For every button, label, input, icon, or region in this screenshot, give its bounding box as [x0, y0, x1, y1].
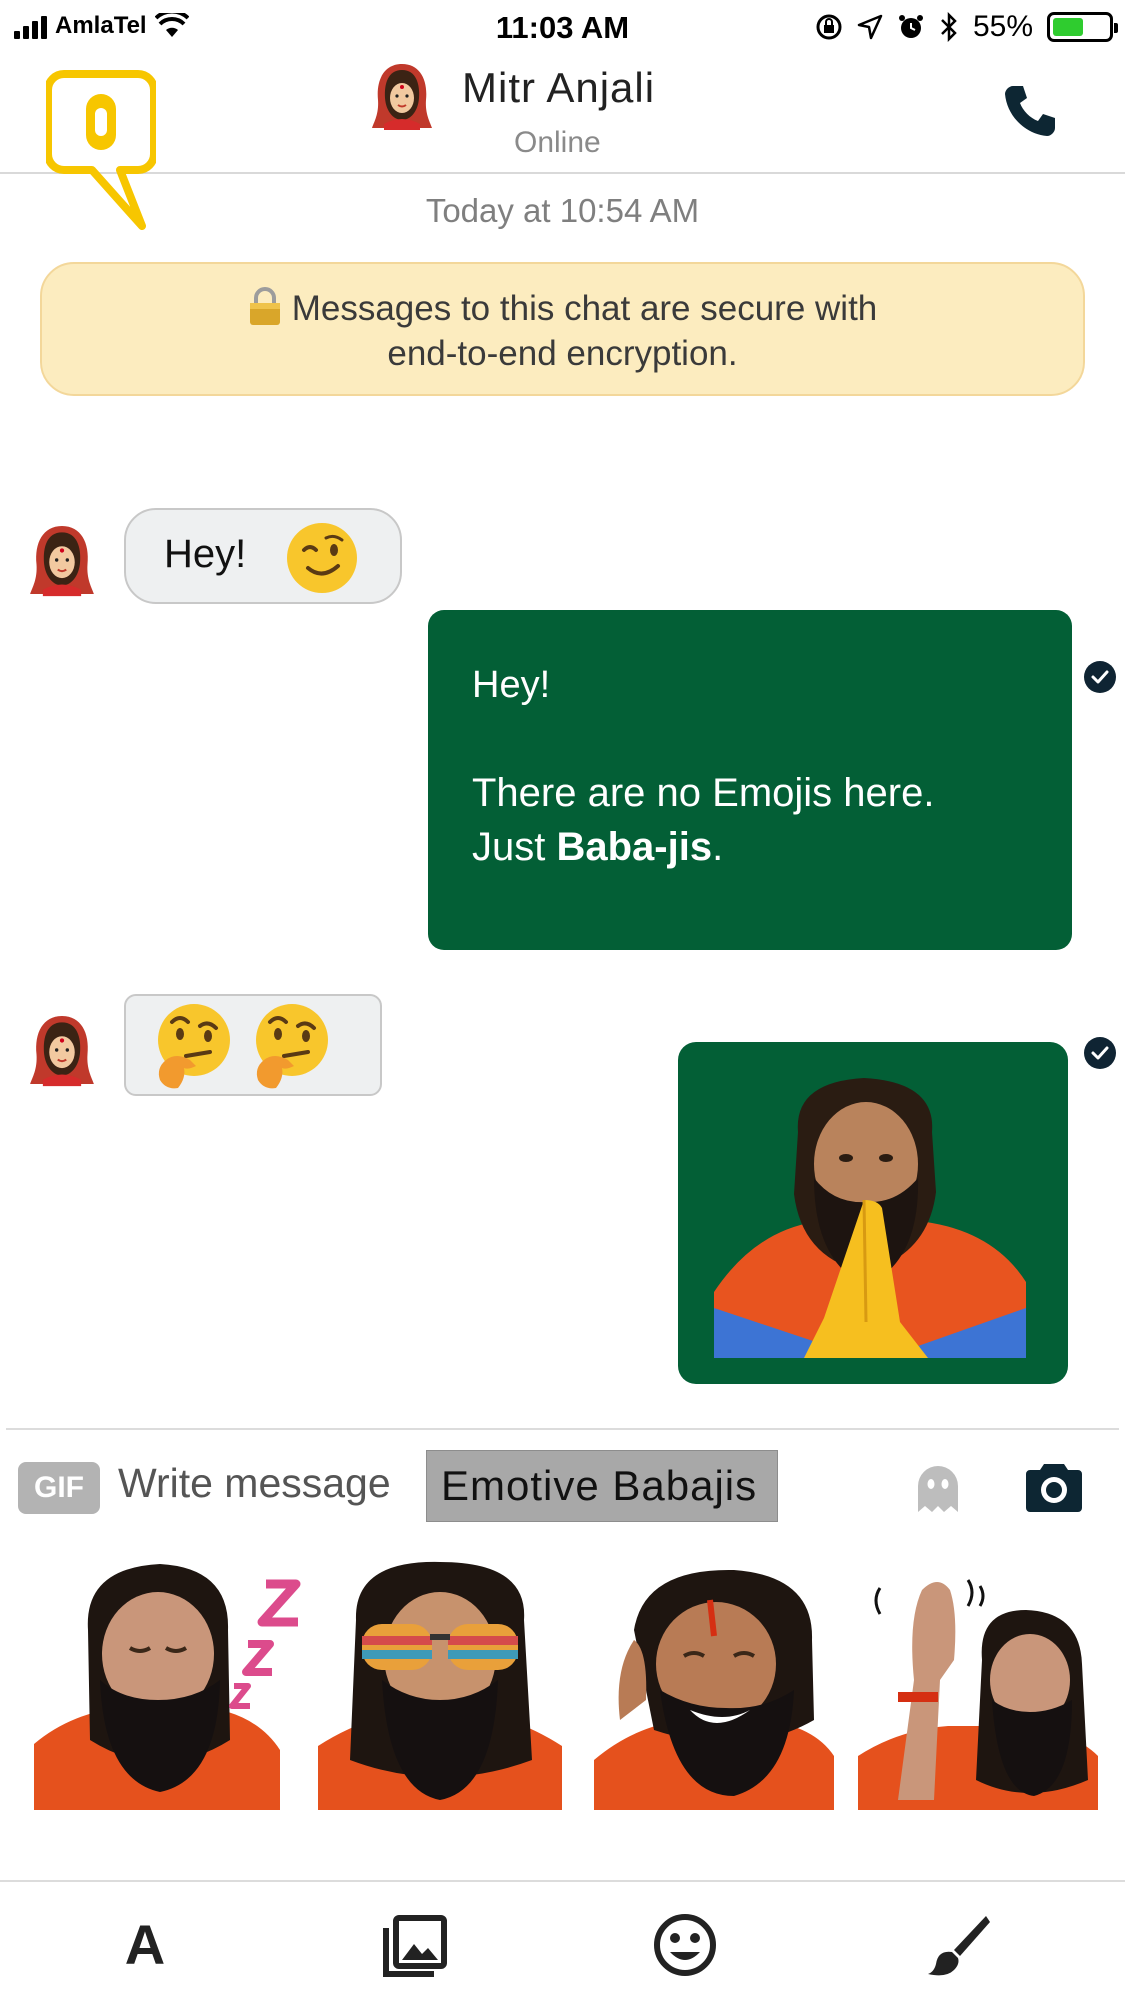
sleeping-baba-sticker[interactable]: [34, 1560, 324, 1810]
alarm-icon: [898, 15, 923, 38]
message-input[interactable]: Write message: [118, 1460, 391, 1507]
outgoing-sticker-message[interactable]: [678, 1042, 1068, 1384]
laughing-baba-sticker[interactable]: [594, 1560, 834, 1810]
sunglasses-baba-sticker[interactable]: [318, 1560, 562, 1810]
chat-header: Mitr Anjali Online: [0, 58, 1125, 230]
gallery-icon[interactable]: [380, 1910, 450, 1980]
chat-screen: AmlaTel 11:03 AM 55% Mitr Anjali Online …: [0, 0, 1125, 2000]
waving-baba-sticker[interactable]: [858, 1560, 1098, 1810]
contact-status: Online: [514, 126, 601, 159]
phone-call-icon[interactable]: [1001, 82, 1059, 140]
read-receipt-icon: [1084, 1037, 1116, 1069]
message-bold-text: Baba-jis: [556, 825, 713, 869]
contact-name[interactable]: Mitr Anjali: [462, 64, 655, 112]
orientation-lock-icon: [816, 14, 842, 40]
lock-icon: [249, 287, 280, 325]
location-icon: [857, 14, 883, 40]
contact-avatar-small[interactable]: [28, 522, 96, 598]
message-text: Hey!: [164, 532, 247, 576]
message-line: Hey!: [472, 664, 551, 706]
gif-button[interactable]: GIF: [18, 1462, 100, 1514]
battery-icon: [1047, 12, 1118, 42]
composer-divider: [6, 1428, 1119, 1430]
read-receipt-icon: [1084, 661, 1116, 693]
date-separator: Today at 10:54 AM: [425, 192, 700, 229]
winking-face-icon: [287, 523, 357, 593]
contact-avatar-small[interactable]: [28, 1012, 96, 1088]
battery-fill: [1053, 18, 1083, 36]
message-text-part: Just: [472, 825, 557, 869]
thinking-face-icon: [256, 1004, 328, 1089]
incoming-message[interactable]: Hey!: [124, 508, 402, 604]
status-right: 55%: [815, 10, 1118, 44]
toolbar-divider: [0, 1880, 1125, 1882]
message-gap: [472, 712, 1028, 766]
bluetooth-icon: [941, 12, 957, 42]
message-text-part: .: [712, 825, 724, 869]
encryption-notice: Messages to this chat are secure with en…: [40, 262, 1085, 396]
status-bar: AmlaTel 11:03 AM 55%: [0, 0, 1125, 58]
contact-avatar[interactable]: [370, 62, 434, 130]
sticker-suggestion-chip[interactable]: Emotive Babajis: [426, 1450, 778, 1522]
bottom-toolbar: A: [0, 1890, 1125, 2000]
outgoing-message[interactable]: Hey! There are no Emojis here. Just Baba…: [428, 610, 1072, 950]
battery-percent: 55%: [972, 10, 1033, 43]
font-icon[interactable]: A: [110, 1910, 180, 1980]
ghost-icon[interactable]: [914, 1462, 962, 1514]
baba-namaste-sticker: [714, 1072, 1026, 1358]
message-line: Just Baba-jis.: [472, 820, 1028, 874]
message-composer: GIF Write message Emotive Babajis: [0, 1446, 1125, 1526]
thinking-face-icon: [158, 1004, 230, 1089]
camera-icon[interactable]: [1024, 1458, 1084, 1514]
brush-icon[interactable]: [924, 1910, 994, 1980]
incoming-message[interactable]: [124, 994, 382, 1096]
message-line: There are no Emojis here.: [472, 771, 935, 815]
sticker-tray: [0, 1560, 1125, 1810]
encryption-notice-line1: Messages to this chat are secure with: [291, 289, 878, 328]
emoji-icon[interactable]: [650, 1910, 720, 1980]
encryption-notice-line2: end-to-end encryption.: [387, 334, 738, 373]
